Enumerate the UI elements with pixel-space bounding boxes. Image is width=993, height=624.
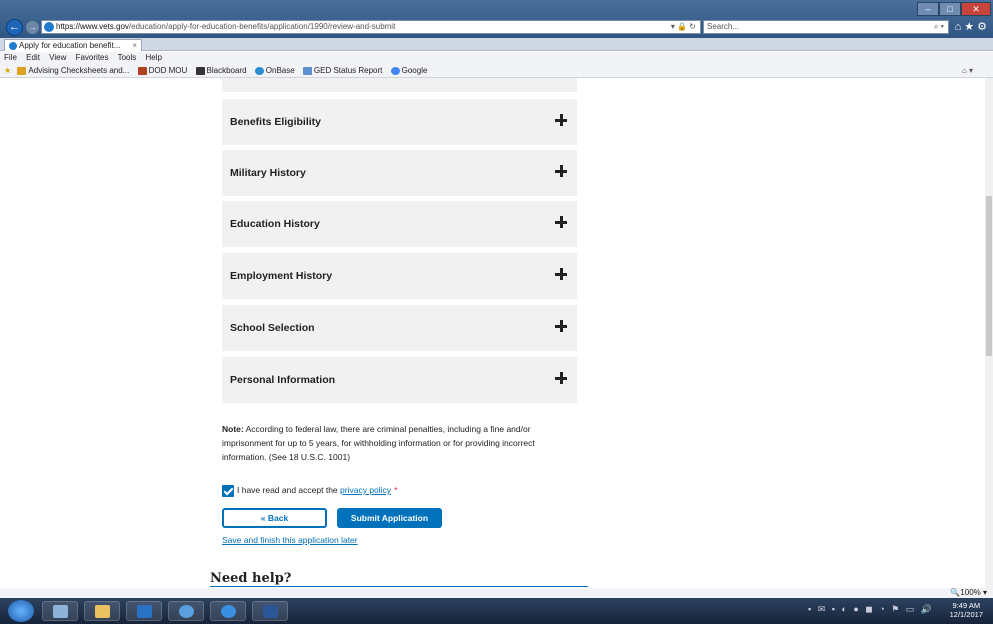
menu-favorites[interactable]: Favorites	[76, 53, 109, 62]
fav-advising[interactable]: Advising Checksheets and...	[17, 66, 129, 75]
clock[interactable]: 9:49 AM 12/1/2017	[950, 601, 983, 619]
help-divider	[210, 586, 588, 587]
address-bar[interactable]: https://www.vets.gov/education/apply-for…	[41, 20, 701, 34]
browser-window: ← → https://www.vets.gov/education/apply…	[0, 0, 993, 624]
menu-help[interactable]: Help	[146, 53, 162, 62]
plus-icon[interactable]	[555, 372, 567, 384]
clock-time: 9:49 AM	[952, 601, 981, 610]
tab-bar: Apply for education benefit... ×	[0, 38, 993, 51]
need-help-heading: Need help?	[210, 571, 292, 586]
legal-note: Note: According to federal law, there ar…	[222, 422, 572, 464]
section-collapsed-top[interactable]	[222, 78, 577, 92]
outlook-icon[interactable]	[126, 601, 162, 621]
section-personal-information[interactable]: Personal Information	[222, 357, 577, 403]
tab-close-icon[interactable]: ×	[132, 40, 137, 51]
status-bar: 🔍100% ▾	[0, 588, 993, 598]
section-title: Personal Information	[230, 374, 336, 386]
privacy-prefix: I have read and accept the	[237, 485, 341, 495]
search-placeholder: Search...	[707, 22, 740, 31]
tab-title: Apply for education benefit...	[19, 41, 121, 50]
plus-icon[interactable]	[555, 320, 567, 332]
clock-date: 12/1/2017	[949, 610, 983, 619]
fav-blackboard[interactable]: Blackboard	[195, 66, 247, 75]
plus-icon[interactable]	[555, 165, 567, 177]
search-input[interactable]: Search... ⌕ ▾	[703, 20, 949, 34]
favorites-star-icon[interactable]: ★	[4, 66, 11, 75]
file-explorer-icon[interactable]	[42, 601, 78, 621]
fav-dod-mou[interactable]: DOD MOU	[137, 66, 187, 75]
note-text: According to federal law, there are crim…	[222, 424, 535, 462]
address-tools-icons[interactable]: ▾ 🔒 ↻	[671, 21, 696, 33]
fav-blackboard-icon	[195, 66, 205, 75]
close-icon[interactable]: ✕	[961, 2, 991, 16]
fav-onbase[interactable]: OnBase	[254, 66, 295, 75]
zoom-level[interactable]: 🔍100% ▾	[950, 588, 987, 598]
submit-application-button[interactable]: Submit Application	[337, 508, 442, 528]
fav-google[interactable]: Google	[390, 66, 427, 75]
section-military-history[interactable]: Military History	[222, 150, 577, 196]
fav-ged[interactable]: GED Status Report	[302, 66, 382, 75]
privacy-agreement: I have read and accept the privacy polic…	[222, 483, 397, 497]
menu-edit[interactable]: Edit	[26, 53, 40, 62]
tab-ie-icon	[9, 41, 17, 50]
section-title: Benefits Eligibility	[230, 116, 322, 128]
required-marker: *	[394, 485, 398, 495]
start-button-icon[interactable]	[8, 600, 34, 622]
system-tray-icons[interactable]: ▪ ✉ ▪ ◐ ● ◼ ◔ ⚑ ▭ 🔊	[808, 604, 934, 615]
home-dropdown-icon[interactable]: ⌂ ▾	[962, 64, 973, 78]
address-url: https://www.vets.gov/education/apply-for…	[56, 22, 396, 31]
privacy-checkbox[interactable]	[222, 484, 234, 497]
menu-tools[interactable]: Tools	[118, 53, 137, 62]
section-title: Employment History	[230, 270, 333, 282]
window-controls: – □ ✕	[917, 2, 991, 16]
save-later-link[interactable]: Save and finish this application later	[222, 535, 358, 545]
taskbar: ▪ ✉ ▪ ◐ ● ◼ ◔ ⚑ ▭ 🔊 9:49 AM 12/1/2017	[0, 598, 993, 624]
search-icon[interactable]: ⌕ ▾	[934, 21, 944, 33]
internet-explorer-icon[interactable]	[210, 601, 246, 621]
fav-ged-icon	[302, 66, 312, 75]
maximize-icon[interactable]: □	[939, 2, 961, 16]
section-title: School Selection	[230, 322, 315, 334]
minimize-icon[interactable]: –	[917, 2, 939, 16]
fav-onbase-icon	[254, 66, 264, 75]
note-label: Note:	[222, 424, 244, 434]
back-arrow-icon[interactable]: ←	[6, 19, 23, 36]
section-benefits-eligibility[interactable]: Benefits Eligibility	[222, 99, 577, 145]
plus-icon[interactable]	[555, 114, 567, 126]
menu-bar: File Edit View Favorites Tools Help	[0, 52, 993, 64]
scrollbar-thumb[interactable]	[986, 196, 992, 356]
menu-file[interactable]: File	[4, 53, 17, 62]
fav-advising-icon	[17, 66, 27, 75]
scrollbar-track[interactable]	[985, 78, 993, 588]
section-school-selection[interactable]: School Selection	[222, 305, 577, 351]
plus-icon[interactable]	[555, 268, 567, 280]
section-title: Military History	[230, 167, 306, 179]
fav-google-icon	[390, 66, 400, 75]
fav-dod-icon	[137, 66, 147, 75]
site-ie-icon	[44, 21, 54, 32]
back-button[interactable]: « Back	[222, 508, 327, 528]
home-star-gear-icons[interactable]: ⌂★⚙	[955, 20, 990, 33]
section-employment-history[interactable]: Employment History	[222, 253, 577, 299]
title-bar: ← → https://www.vets.gov/education/apply…	[0, 0, 993, 38]
folder-icon[interactable]	[84, 601, 120, 621]
page-content: Benefits Eligibility Military History Ed…	[0, 78, 993, 588]
word-icon[interactable]	[252, 601, 288, 621]
forward-arrow-icon[interactable]: →	[26, 21, 39, 34]
favorites-bar: ★ Advising Checksheets and... DOD MOU Bl…	[0, 64, 993, 78]
privacy-policy-link[interactable]: privacy policy	[340, 485, 391, 495]
plus-icon[interactable]	[555, 216, 567, 228]
tab-apply-education[interactable]: Apply for education benefit... ×	[4, 39, 142, 51]
section-education-history[interactable]: Education History	[222, 201, 577, 247]
section-title: Education History	[230, 218, 320, 230]
cloud-icon[interactable]	[168, 601, 204, 621]
menu-view[interactable]: View	[49, 53, 66, 62]
